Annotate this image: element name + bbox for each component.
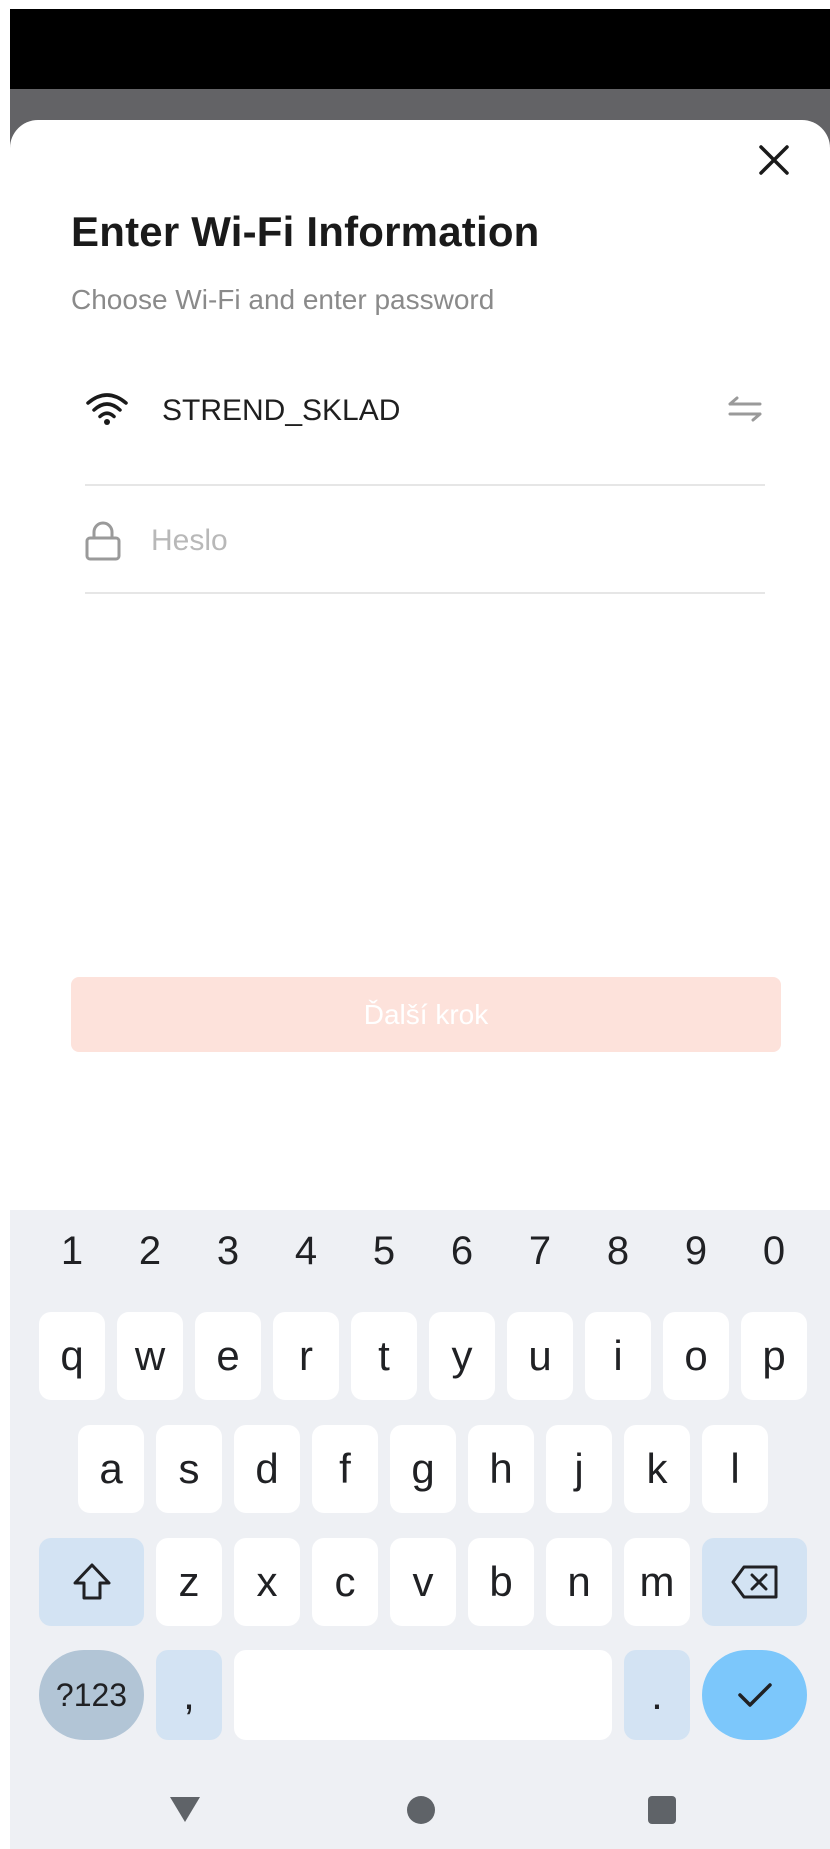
key-c[interactable]: c [312,1538,378,1626]
key-7[interactable]: 7 [510,1226,570,1276]
password-row [85,510,765,580]
key-r[interactable]: r [273,1312,339,1400]
key-q[interactable]: q [39,1312,105,1400]
symbols-key[interactable]: ?123 [39,1650,144,1740]
key-l[interactable]: l [702,1425,768,1513]
key-p[interactable]: p [741,1312,807,1400]
back-triangle-icon[interactable] [168,1794,202,1824]
key-8[interactable]: 8 [588,1226,648,1276]
close-icon[interactable] [756,142,792,178]
key-0[interactable]: 0 [744,1226,804,1276]
system-nav-bar [10,1760,830,1849]
divider [85,484,765,486]
key-x[interactable]: x [234,1538,300,1626]
key-1[interactable]: 1 [42,1226,102,1276]
enter-key[interactable] [702,1650,807,1740]
next-step-button[interactable]: Ďalší krok [71,977,781,1052]
page-title: Enter Wi-Fi Information [71,208,540,255]
comma-key[interactable]: , [156,1650,222,1740]
wifi-network-name: STREND_SKLAD [162,394,401,427]
space-key[interactable] [234,1650,612,1740]
key-6[interactable]: 6 [432,1226,492,1276]
password-input[interactable] [151,518,751,564]
key-2[interactable]: 2 [120,1226,180,1276]
key-9[interactable]: 9 [666,1226,726,1276]
key-3[interactable]: 3 [198,1226,258,1276]
key-k[interactable]: k [624,1425,690,1513]
checkmark-icon [737,1683,772,1707]
key-o[interactable]: o [663,1312,729,1400]
key-z[interactable]: z [156,1538,222,1626]
key-f[interactable]: f [312,1425,378,1513]
key-4[interactable]: 4 [276,1226,336,1276]
key-g[interactable]: g [390,1425,456,1513]
lock-icon [85,521,121,561]
soft-keyboard: 1 2 3 4 5 6 7 8 9 0 q w e r t y u i o p … [10,1210,830,1849]
key-e[interactable]: e [195,1312,261,1400]
recents-square-icon[interactable] [647,1795,677,1825]
key-t[interactable]: t [351,1312,417,1400]
wifi-icon [86,393,128,425]
shift-icon [73,1563,110,1600]
switch-network-icon[interactable] [726,394,764,424]
key-a[interactable]: a [78,1425,144,1513]
key-m[interactable]: m [624,1538,690,1626]
wifi-network-selector[interactable]: STREND_SKLAD [85,380,765,450]
key-d[interactable]: d [234,1425,300,1513]
key-u[interactable]: u [507,1312,573,1400]
key-5[interactable]: 5 [354,1226,414,1276]
backspace-icon [731,1565,777,1599]
key-h[interactable]: h [468,1425,534,1513]
key-y[interactable]: y [429,1312,495,1400]
key-v[interactable]: v [390,1538,456,1626]
key-j[interactable]: j [546,1425,612,1513]
page-subtitle: Choose Wi-Fi and enter password [71,284,495,315]
key-b[interactable]: b [468,1538,534,1626]
shift-key[interactable] [39,1538,144,1626]
key-s[interactable]: s [156,1425,222,1513]
home-circle-icon[interactable] [406,1795,436,1825]
divider [85,592,765,594]
backspace-key[interactable] [702,1538,807,1626]
key-w[interactable]: w [117,1312,183,1400]
number-row: 1 2 3 4 5 6 7 8 9 0 [10,1210,830,1305]
period-key[interactable]: . [624,1650,690,1740]
key-n[interactable]: n [546,1538,612,1626]
status-bar [10,9,830,89]
key-i[interactable]: i [585,1312,651,1400]
